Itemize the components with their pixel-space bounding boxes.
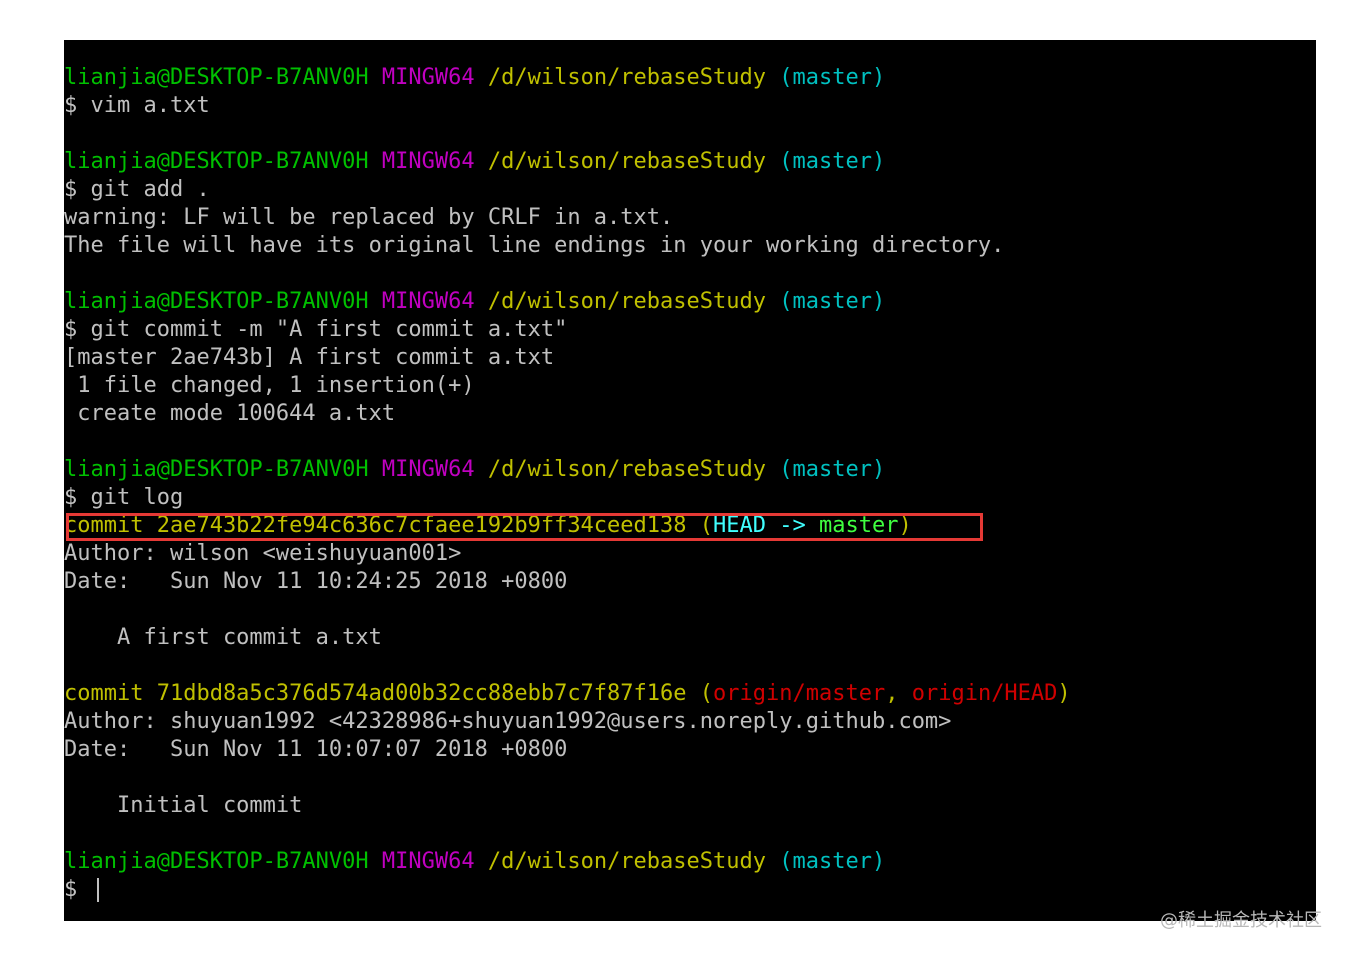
prompt-user-host: lianjia@DESKTOP-B7ANV0H [64,65,369,90]
prompt-system: MINGW64 [381,149,475,174]
prompt-user-host: lianjia@DESKTOP-B7ANV0H [64,457,369,482]
ref-master: master [819,513,899,538]
command-git-log: $ git log [64,485,184,510]
output-files-changed: 1 file changed, 1 insertion(+) [64,373,475,398]
command-vim: $ vim a.txt [64,93,210,118]
ref-close-paren: ) [898,513,912,538]
prompt-user-host: lianjia@DESKTOP-B7ANV0H [64,849,369,874]
prompt-system: MINGW64 [381,289,475,314]
prompt-path: /d/wilson/rebaseStudy [487,849,767,874]
log-author: Author: shuyuan1992 <42328986+shuyuan199… [64,709,952,734]
text-cursor [96,878,99,902]
prompt-branch: (master) [779,849,886,874]
ref-head: HEAD -> [713,513,819,538]
prompt-line: lianjia@DESKTOP-B7ANV0H MINGW64 /d/wilso… [64,848,1316,876]
prompt-branch: (master) [779,65,886,90]
command-git-commit: $ git commit -m "A first commit a.txt" [64,317,568,342]
prompt-branch: (master) [779,149,886,174]
command-git-add: $ git add . [64,177,210,202]
ref-origin-head: origin/HEAD [911,681,1058,706]
prompt-line: lianjia@DESKTOP-B7ANV0H MINGW64 /d/wilso… [64,288,1316,316]
prompt-user-host: lianjia@DESKTOP-B7ANV0H [64,289,369,314]
ref-comma: , [885,681,912,706]
prompt-line: lianjia@DESKTOP-B7ANV0H MINGW64 /d/wilso… [64,64,1316,92]
ref-origin-master: origin/master [713,681,886,706]
prompt-user-host: lianjia@DESKTOP-B7ANV0H [64,149,369,174]
ref-open-paren: ( [686,513,714,538]
prompt-line: lianjia@DESKTOP-B7ANV0H MINGW64 /d/wilso… [64,148,1316,176]
prompt-system: MINGW64 [381,457,475,482]
prompt-path: /d/wilson/rebaseStudy [487,289,767,314]
prompt-path: /d/wilson/rebaseStudy [487,457,767,482]
log-message: A first commit a.txt [64,625,382,650]
terminal-window[interactable]: lianjia@DESKTOP-B7ANV0H MINGW64 /d/wilso… [64,40,1316,921]
log-commit-line: commit 71dbd8a5c376d574ad00b32cc88ebb7c7… [64,680,1316,708]
prompt-path: /d/wilson/rebaseStudy [487,149,767,174]
prompt-system: MINGW64 [381,849,475,874]
log-commit-line: commit 2ae743b22fe94c636c7cfaee192b9ff34… [64,512,1316,540]
prompt-branch: (master) [779,289,886,314]
prompt-system: MINGW64 [381,65,475,90]
commit-hash: commit 71dbd8a5c376d574ad00b32cc88ebb7c7… [64,681,687,706]
log-message: Initial commit [64,793,303,818]
prompt-path: /d/wilson/rebaseStudy [487,65,767,90]
ref-close-paren: ) [1057,681,1071,706]
commit-hash: commit 2ae743b22fe94c636c7cfaee192b9ff34… [64,513,687,538]
output-commit-result: [master 2ae743b] A first commit a.txt [64,345,555,370]
prompt-branch: (master) [779,457,886,482]
prompt-line: lianjia@DESKTOP-B7ANV0H MINGW64 /d/wilso… [64,456,1316,484]
watermark: @稀土掘金技术社区 [1160,910,1322,931]
output-create-mode: create mode 100644 a.txt [64,401,396,426]
log-date: Date: Sun Nov 11 10:07:07 2018 +0800 [64,737,568,762]
ref-open-paren: ( [686,681,714,706]
log-author: Author: wilson <weishuyuan001> [64,541,462,566]
output-line-endings: The file will have its original line end… [64,233,1005,258]
output-warning: warning: LF will be replaced by CRLF in … [64,205,674,230]
prompt-dollar: $ [64,877,91,902]
log-date: Date: Sun Nov 11 10:24:25 2018 +0800 [64,569,568,594]
command-input-line[interactable]: $ [64,876,1316,904]
